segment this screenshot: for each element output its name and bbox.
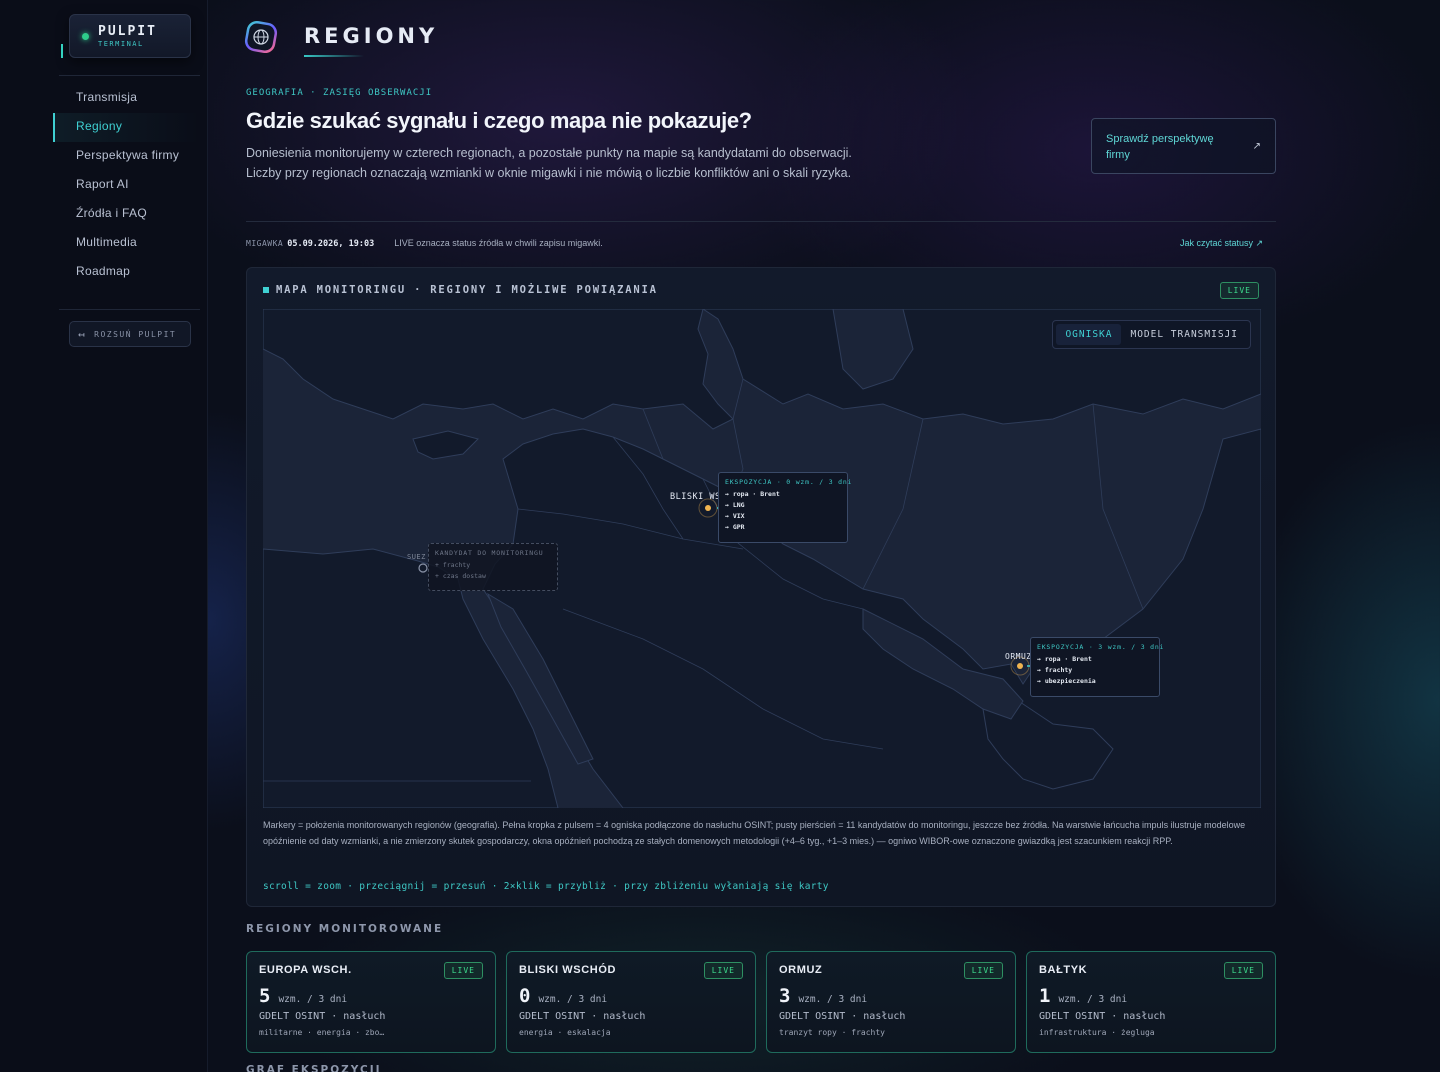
snapshot-key: MIGAWKA [246, 239, 284, 248]
tab-ogniska[interactable]: OGNISKA [1056, 324, 1122, 345]
globe-logo-icon [244, 20, 278, 54]
snapshot-note: LIVE oznacza status źródła w chwili zapi… [394, 238, 603, 248]
sidebar-item-multimedia[interactable]: Multimedia [53, 229, 200, 258]
lead-paragraph: Doniesienia monitorujemy w czterech regi… [246, 146, 852, 180]
section-title-regions: REGIONY MONITOROWANE [246, 923, 444, 935]
map-header: MAPA MONITORINGU · REGIONY I MOŻLIWE POW… [263, 284, 658, 296]
external-arrow-icon: ↗ [1252, 141, 1261, 152]
title-underline [304, 55, 364, 57]
tab-model-transmisji[interactable]: MODEL TRANSMISJI [1121, 324, 1247, 345]
sidebar-item-raport-ai[interactable]: Raport AI [53, 171, 200, 200]
region-tags: infrastruktura · żegluga [1039, 1028, 1155, 1037]
region-stat: 0 wzm. / 3 dni [519, 985, 743, 1007]
section-kicker: GEOGRAFIA · ZASIĘG OBSERWACJI [246, 88, 433, 98]
exposure-item: → LNG [725, 501, 745, 509]
map-canvas[interactable]: OGNISKA MODEL TRANSMISJI BLISKI WS EKSPO… [263, 309, 1261, 808]
sidebar-item-transmisja[interactable]: Transmisja [53, 84, 200, 113]
candidate-item: + frachty [435, 561, 471, 569]
live-badge: LIVE [443, 962, 483, 979]
marker-label-mideast: BLISKI WS [670, 492, 721, 502]
exposure-item: → frachty [1037, 666, 1073, 674]
sidebar-item-perspektywa-firmy[interactable]: Perspektywa firmy [53, 142, 200, 171]
section-title-exposure-graph: GRAF EKSPOZYCJI [246, 1064, 382, 1072]
mention-unit: wzm. / 3 dni [798, 994, 868, 1005]
region-card-bliski-wschod[interactable]: BLISKI WSCHÓD LIVE 0 wzm. / 3 dni GDELT … [506, 951, 756, 1053]
region-stat: 5 wzm. / 3 dni [259, 985, 483, 1007]
sidebar-divider [59, 75, 200, 76]
mention-count: 0 [519, 985, 531, 1007]
region-source: GDELT OSINT · nasłuch [259, 1011, 386, 1022]
live-badge: LIVE [1223, 962, 1263, 979]
marker-label-suez: SUEZ [407, 553, 426, 561]
region-source: GDELT OSINT · nasłuch [519, 1011, 646, 1022]
exposure-item: → ropa · Brent [725, 490, 780, 498]
region-tags: tranzyt ropy · frachty [779, 1028, 885, 1037]
hormuz-marker-dot[interactable] [1017, 663, 1023, 669]
exposure-item: → VIX [725, 512, 745, 520]
exposure-header: EKSPOZYCJA · 3 wzm. / 3 dni [1037, 643, 1165, 651]
divider [246, 221, 1276, 222]
company-perspective-button[interactable]: Sprawdź perspektywę firmy ↗ [1091, 118, 1276, 174]
candidate-card-suez[interactable]: KANDYDAT DO MONITORINGU + frachty + czas… [428, 543, 558, 591]
brand-subtitle: TERMINAL [98, 40, 144, 48]
brand-accent-tick [61, 44, 63, 58]
sidebar-divider [59, 309, 200, 310]
headline: Gdzie szukać sygnału i czego mapa nie po… [246, 108, 752, 133]
region-card-baltyk[interactable]: BAŁTYK LIVE 1 wzm. / 3 dni GDELT OSINT ·… [1026, 951, 1276, 1053]
sidebar: PULPIT TERMINAL Transmisja Regiony Persp… [0, 0, 208, 1072]
marker-label-hormuz: ORMUZ [1005, 652, 1032, 661]
mideast-marker-dot[interactable] [705, 505, 711, 511]
expand-arrow-icon: ↤ [78, 327, 87, 341]
map-legend: Markery = położenia monitorowanych regio… [263, 820, 1246, 846]
mention-count: 5 [259, 985, 271, 1007]
map-interaction-hints: scroll = zoom · przeciągnij = przesuń · … [263, 881, 829, 892]
live-badge: LIVE [703, 962, 743, 979]
region-source: GDELT OSINT · nasłuch [1039, 1011, 1166, 1022]
sidebar-nav: Transmisja Regiony Perspektywa firmy Rap… [53, 84, 200, 287]
live-badge: LIVE [1219, 282, 1259, 299]
exposure-item: → GPR [725, 523, 745, 531]
exposure-header: EKSPOZYCJA · 0 wzm. / 3 dni [725, 478, 853, 486]
map-card: MAPA MONITORINGU · REGIONY I MOŻLIWE POW… [246, 267, 1276, 907]
snapshot-info: MIGAWKA 05.09.2026, 19:03 LIVE oznacza s… [246, 238, 603, 249]
region-cards: EUROPA WSCH. LIVE 5 wzm. / 3 dni GDELT O… [246, 951, 1276, 1053]
mention-unit: wzm. / 3 dni [1058, 994, 1128, 1005]
candidate-header: KANDYDAT DO MONITORINGU [435, 549, 544, 557]
map-title: MAPA MONITORINGU · REGIONY I MOŻLIWE POW… [276, 284, 658, 296]
status-help-link[interactable]: Jak czytać statusy ↗ [1180, 238, 1263, 249]
sidebar-item-roadmap[interactable]: Roadmap [53, 258, 200, 287]
live-badge: LIVE [963, 962, 1003, 979]
exposure-card-mideast[interactable]: EKSPOZYCJA · 0 wzm. / 3 dni → ropa · Bre… [718, 472, 853, 543]
region-card-ormuz[interactable]: ORMUZ LIVE 3 wzm. / 3 dni GDELT OSINT · … [766, 951, 1016, 1053]
mention-count: 1 [1039, 985, 1051, 1007]
expand-button-label: ROZSUŃ PULPIT [94, 329, 177, 339]
region-tags: energia · eskalacja [519, 1028, 611, 1037]
cta-label: Sprawdź perspektywę firmy [1106, 133, 1214, 161]
mention-unit: wzm. / 3 dni [538, 994, 608, 1005]
mention-unit: wzm. / 3 dni [278, 994, 348, 1005]
sidebar-item-regiony[interactable]: Regiony [53, 113, 200, 142]
region-tags: militarne · energia · zbo… [259, 1028, 385, 1037]
exposure-item: → ropa · Brent [1037, 655, 1092, 663]
exposure-item: → ubezpieczenia [1037, 677, 1096, 685]
brand-title: PULPIT [98, 24, 157, 39]
page-title: REGIONY [304, 24, 439, 48]
region-card-europa-wsch[interactable]: EUROPA WSCH. LIVE 5 wzm. / 3 dni GDELT O… [246, 951, 496, 1053]
brand-logo[interactable]: PULPIT TERMINAL [69, 14, 191, 58]
map-mode-toggle: OGNISKA MODEL TRANSMISJI [1052, 320, 1251, 349]
region-stat: 1 wzm. / 3 dni [1039, 985, 1263, 1007]
exposure-card-hormuz[interactable]: EKSPOZYCJA · 3 wzm. / 3 dni → ropa · Bre… [1030, 637, 1165, 697]
square-bullet-icon [263, 287, 269, 293]
mention-count: 3 [779, 985, 791, 1007]
region-stat: 3 wzm. / 3 dni [779, 985, 1003, 1007]
sidebar-item-zrodla-faq[interactable]: Źródła i FAQ [53, 200, 200, 229]
expand-sidebar-button[interactable]: ↤ ROZSUŃ PULPIT [69, 321, 191, 347]
snapshot-timestamp: 05.09.2026, 19:03 [287, 239, 375, 249]
candidate-item: + czas dostaw [435, 572, 486, 580]
region-source: GDELT OSINT · nasłuch [779, 1011, 906, 1022]
status-dot-icon [82, 33, 89, 40]
